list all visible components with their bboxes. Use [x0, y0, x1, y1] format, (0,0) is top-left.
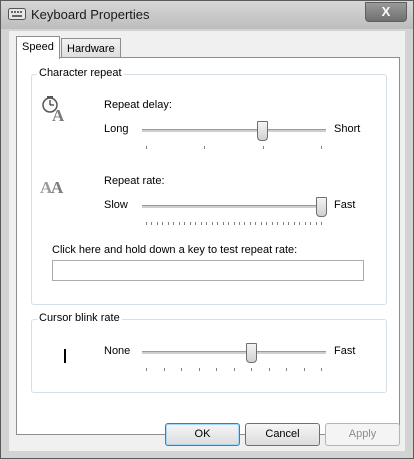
- character-repeat-group: Character repeat A Repeat delay: Long Sh…: [31, 67, 387, 305]
- slider-tick: [251, 368, 252, 371]
- repeat-delay-icon: A: [42, 96, 65, 123]
- cursor-blink-preview: [64, 349, 66, 363]
- slider-tick: [321, 222, 322, 225]
- repeat-rate-slider[interactable]: [142, 205, 326, 209]
- slider-tick: [178, 222, 180, 225]
- dialog-client-area: Speed Hardware Character repeat A Repeat…: [9, 31, 405, 451]
- repeat-delay-label: Repeat delay:: [104, 99, 172, 111]
- cursor-blink-slider[interactable]: [142, 351, 326, 355]
- slider-tick: [268, 368, 270, 371]
- blink-min-label: None: [104, 345, 131, 357]
- slider-tick: [299, 222, 301, 225]
- repeat-rate-max-label: Fast: [334, 199, 356, 211]
- slider-tick: [233, 368, 235, 371]
- test-repeat-label: Click here and hold down a key to test r…: [52, 244, 298, 256]
- slider-tick: [303, 368, 305, 371]
- svg-text:A: A: [51, 178, 64, 197]
- slider-tick: [216, 368, 217, 371]
- slider-tick: [204, 146, 206, 149]
- slider-tick: [167, 222, 169, 225]
- repeat-delay-min-label: Long: [104, 123, 129, 135]
- repeat-delay-slider[interactable]: [142, 129, 326, 133]
- slider-tick: [222, 222, 224, 225]
- test-repeat-input[interactable]: [52, 260, 364, 281]
- cancel-button-label: Cancel: [265, 428, 300, 440]
- slider-tick: [206, 222, 208, 225]
- slider-tick: [211, 222, 213, 225]
- apply-button-label: Apply: [348, 428, 377, 440]
- tab-hardware-label: Hardware: [67, 43, 115, 55]
- speed-tab-panel: Character repeat A Repeat delay: Long Sh…: [16, 57, 400, 435]
- slider-tick: [238, 222, 240, 225]
- slider-tick: [315, 222, 317, 225]
- close-button[interactable]: X: [365, 2, 407, 22]
- cursor-blink-title: Cursor blink rate: [37, 312, 122, 324]
- slider-tick: [255, 222, 257, 225]
- slider-tick: [146, 146, 147, 149]
- apply-button[interactable]: Apply: [325, 423, 400, 446]
- slider-tick: [233, 222, 235, 225]
- slider-tick: [163, 368, 165, 371]
- slider-tick: [321, 368, 322, 371]
- slider-tick: [162, 222, 164, 225]
- repeat-rate-icon: A A: [40, 178, 64, 197]
- slider-tick: [249, 222, 251, 225]
- repeat-rate-slider-thumb[interactable]: [316, 197, 327, 217]
- slider-tick: [286, 368, 287, 371]
- slider-tick: [304, 222, 306, 225]
- title-bar[interactable]: Keyboard Properties X: [1, 1, 413, 29]
- slider-tick: [217, 222, 219, 225]
- slider-tick: [310, 222, 312, 225]
- character-repeat-title: Character repeat: [37, 67, 124, 79]
- cursor-blink-slider-thumb[interactable]: [246, 343, 257, 363]
- slider-tick: [181, 368, 182, 371]
- ok-button[interactable]: OK: [165, 423, 240, 446]
- slider-tick: [146, 222, 147, 225]
- repeat-delay-max-label: Short: [334, 123, 361, 135]
- close-icon: X: [381, 4, 391, 19]
- blink-max-label: Fast: [334, 345, 356, 357]
- tab-hardware[interactable]: Hardware: [61, 38, 121, 59]
- slider-tick: [151, 222, 153, 225]
- slider-tick: [146, 368, 147, 371]
- ok-button-label: OK: [194, 428, 211, 440]
- slider-tick: [262, 146, 264, 149]
- slider-tick: [271, 222, 273, 225]
- slider-tick: [156, 222, 158, 225]
- slider-tick: [277, 222, 279, 225]
- repeat-rate-label: Repeat rate:: [104, 175, 165, 187]
- repeat-rate-min-label: Slow: [104, 199, 128, 211]
- slider-tick: [288, 222, 290, 225]
- slider-tick: [198, 368, 200, 371]
- tab-speed[interactable]: Speed: [16, 36, 60, 59]
- slider-tick: [293, 222, 295, 225]
- slider-tick: [244, 222, 246, 225]
- slider-tick: [184, 222, 186, 225]
- slider-tick: [282, 222, 284, 225]
- cancel-button[interactable]: Cancel: [245, 423, 320, 446]
- slider-tick: [200, 222, 202, 225]
- slider-tick: [228, 222, 230, 225]
- keyboard-properties-window: Keyboard Properties X Speed Hardware Cha…: [0, 0, 414, 459]
- slider-tick: [321, 146, 322, 149]
- repeat-delay-slider-thumb[interactable]: [256, 121, 268, 141]
- cursor-blink-group: Cursor blink rate None Fast: [31, 312, 387, 393]
- tab-speed-label: Speed: [22, 41, 54, 53]
- slider-tick: [173, 222, 175, 225]
- slider-tick: [260, 222, 262, 225]
- svg-text:A: A: [52, 106, 65, 123]
- keyboard-icon: [8, 8, 26, 20]
- window-title: Keyboard Properties: [31, 7, 150, 22]
- slider-tick: [195, 222, 197, 225]
- slider-tick: [266, 222, 268, 225]
- slider-tick: [189, 222, 191, 225]
